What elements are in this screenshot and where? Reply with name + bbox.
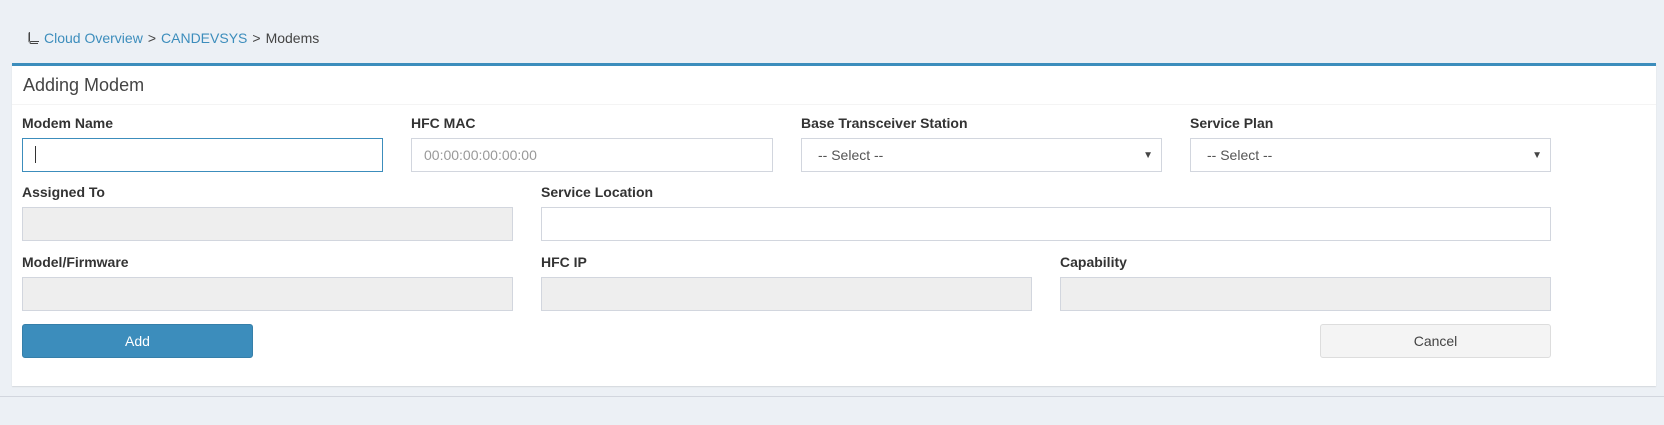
adding-modem-panel: Adding Modem Modem Name HFC MAC Base Tra…	[12, 63, 1656, 386]
base-station-group: Base Transceiver Station -- Select -- ▼	[801, 115, 1162, 172]
service-plan-group: Service Plan -- Select -- ▼	[1190, 115, 1551, 172]
hfc-ip-input[interactable]	[541, 277, 1032, 311]
breadcrumb: Cloud Overview > CANDEVSYS > Modems	[28, 30, 319, 46]
assigned-to-group: Assigned To	[22, 184, 513, 241]
base-station-select[interactable]: -- Select -- ▼	[801, 138, 1162, 172]
capability-group: Capability	[1060, 254, 1551, 311]
service-location-group: Service Location	[541, 184, 1551, 241]
service-plan-selected: -- Select --	[1207, 147, 1273, 163]
add-button[interactable]: Add	[22, 324, 253, 358]
divider	[0, 396, 1664, 397]
book-icon	[28, 32, 39, 44]
modem-name-group: Modem Name	[22, 115, 383, 172]
model-firmware-label: Model/Firmware	[22, 254, 129, 270]
breadcrumb-separator: >	[252, 30, 261, 46]
hfc-ip-label: HFC IP	[541, 254, 587, 270]
assigned-to-input[interactable]	[22, 207, 513, 241]
service-plan-select[interactable]: -- Select -- ▼	[1190, 138, 1551, 172]
service-plan-label: Service Plan	[1190, 115, 1274, 131]
service-location-label: Service Location	[541, 184, 654, 200]
hfc-mac-input[interactable]	[411, 138, 773, 172]
capability-label: Capability	[1060, 254, 1127, 270]
modem-name-input[interactable]	[22, 138, 383, 172]
breadcrumb-current-modems: Modems	[265, 30, 320, 46]
chevron-down-icon: ▼	[1532, 149, 1542, 161]
service-location-input[interactable]	[541, 207, 1551, 241]
hfc-mac-group: HFC MAC	[411, 115, 773, 172]
cancel-button[interactable]: Cancel	[1320, 324, 1551, 358]
hfc-mac-label: HFC MAC	[411, 115, 476, 131]
modem-name-label: Modem Name	[22, 115, 114, 131]
assigned-to-label: Assigned To	[22, 184, 105, 200]
capability-input[interactable]	[1060, 277, 1551, 311]
base-station-selected: -- Select --	[818, 147, 884, 163]
breadcrumb-candevsys[interactable]: CANDEVSYS	[161, 30, 247, 46]
model-firmware-group: Model/Firmware	[22, 254, 513, 311]
chevron-down-icon: ▼	[1143, 149, 1153, 161]
text-cursor	[35, 146, 36, 163]
breadcrumb-cloud-overview[interactable]: Cloud Overview	[44, 30, 143, 46]
base-station-label: Base Transceiver Station	[801, 115, 968, 131]
model-firmware-input[interactable]	[22, 277, 513, 311]
panel-title: Adding Modem	[12, 66, 1656, 105]
hfc-ip-group: HFC IP	[541, 254, 1032, 311]
breadcrumb-separator: >	[147, 30, 157, 46]
